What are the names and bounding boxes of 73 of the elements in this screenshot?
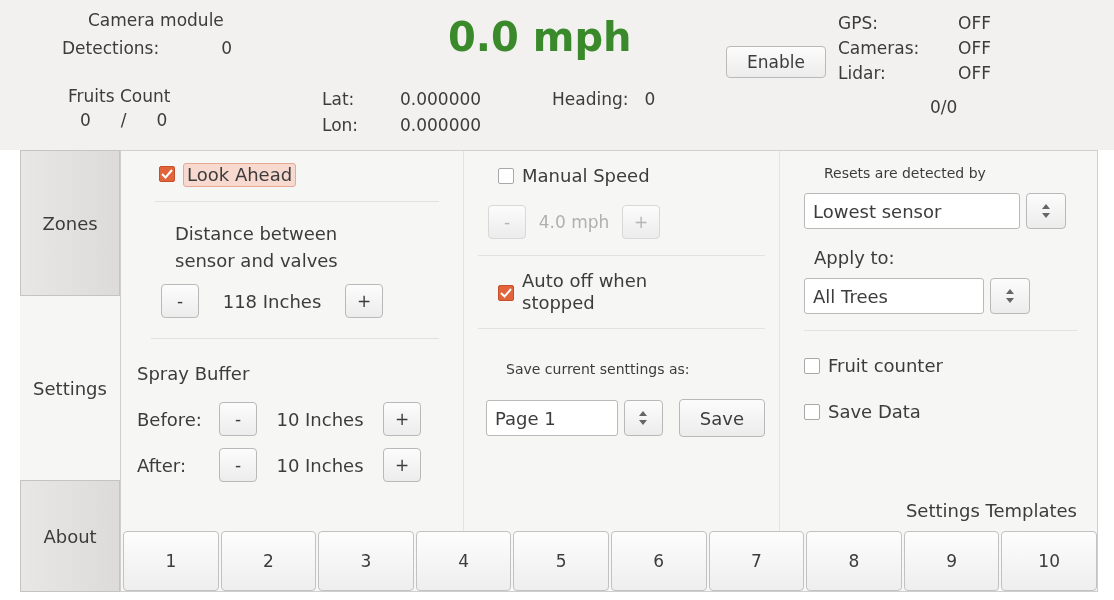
decrement-button[interactable]: - <box>219 402 257 436</box>
save-settings-label: Save current senttings as: <box>506 361 691 377</box>
status-label: Cameras: <box>838 37 921 58</box>
checkbox[interactable] <box>498 285 514 301</box>
increment-button[interactable]: + <box>383 448 421 482</box>
side-tab[interactable]: About <box>20 480 120 592</box>
template-button[interactable]: 1 <box>123 531 219 591</box>
coordinate-label: Lat: <box>322 89 356 109</box>
template-button[interactable]: 6 <box>610 531 707 591</box>
save-button[interactable]: Save <box>678 399 765 437</box>
heading-value: 0 <box>644 89 656 109</box>
spinner-arrows-icon <box>1042 203 1050 219</box>
speed-readout: 0.0 mph <box>448 14 633 62</box>
checkbox[interactable] <box>804 358 820 374</box>
separator: / <box>120 110 127 130</box>
status-label: GPS: <box>838 12 879 33</box>
template-button[interactable]: 9 <box>903 531 1000 591</box>
spinner-arrows-icon <box>1006 288 1014 304</box>
buffer-label: After: <box>137 454 187 476</box>
stepper-value: 118 Inches <box>221 290 323 312</box>
spray-buffer-title: Spray Buffer <box>137 363 251 384</box>
ratio-readout: 0/0 <box>930 97 959 117</box>
template-button[interactable]: 8 <box>806 531 902 591</box>
decrement-button[interactable]: - <box>161 284 199 318</box>
heading-label: Heading: <box>552 89 629 109</box>
template-button[interactable]: 3 <box>318 531 414 591</box>
page-select[interactable]: Page 1 <box>486 400 618 436</box>
template-button[interactable]: 10 <box>1001 531 1097 591</box>
module-title: Camera module <box>88 10 225 30</box>
checkbox[interactable] <box>498 168 514 184</box>
manual-speed-label: Manual Speed <box>522 165 650 187</box>
auto-off-label: Auto off when stopped <box>522 270 649 314</box>
resets-label: Resets are detected by <box>824 165 987 181</box>
look-ahead-label[interactable]: Look Ahead <box>183 163 297 187</box>
resets-spinner[interactable] <box>1026 193 1066 229</box>
template-button[interactable]: 2 <box>220 531 317 591</box>
checkbox[interactable] <box>804 404 820 420</box>
status-value: OFF <box>958 37 991 58</box>
apply-to-select[interactable]: All Trees <box>804 278 984 314</box>
status-value: OFF <box>958 62 991 83</box>
increment-button[interactable]: + <box>345 284 383 318</box>
status-label: Lidar: <box>838 62 887 83</box>
option-label: Fruit counter <box>828 355 943 377</box>
enable-button[interactable]: Enable <box>726 46 826 78</box>
detections-value: 0 <box>221 38 232 58</box>
side-tab[interactable]: Zones <box>20 150 120 296</box>
fruits-count-label: Fruits Count <box>68 86 172 106</box>
template-button[interactable]: 4 <box>415 531 512 591</box>
stepper-value: 10 Inches <box>275 408 365 430</box>
templates-title: Settings Templates <box>905 500 1077 521</box>
stepper-value: 10 Inches <box>275 454 365 476</box>
status-value: OFF <box>958 12 991 33</box>
increment-button[interactable]: + <box>383 402 421 436</box>
apply-to-spinner[interactable] <box>990 278 1030 314</box>
fruits-count-value: 0 <box>156 110 168 130</box>
coordinate-label: Lon: <box>322 115 360 135</box>
coordinate-value: 0.000000 <box>400 89 482 109</box>
option-label: Save Data <box>828 401 921 423</box>
distance-label: Distance between sensor and valves <box>175 222 339 273</box>
side-tab[interactable]: Settings <box>20 296 120 480</box>
template-button[interactable]: 5 <box>513 531 609 591</box>
buffer-label: Before: <box>137 408 203 430</box>
checkbox[interactable] <box>159 166 175 182</box>
template-button[interactable]: 7 <box>708 531 805 591</box>
apply-to-label: Apply to: <box>814 247 896 268</box>
stepper-value: 4.0 mph <box>537 212 611 232</box>
page-spinner[interactable] <box>623 400 663 436</box>
decrement-button[interactable]: - <box>219 448 257 482</box>
detections-label: Detections: <box>62 38 160 58</box>
resets-select[interactable]: Lowest sensor <box>804 193 1020 229</box>
fruits-count-value: 0 <box>80 110 91 130</box>
coordinate-value: 0.000000 <box>400 115 482 135</box>
spinner-arrows-icon <box>639 410 648 426</box>
